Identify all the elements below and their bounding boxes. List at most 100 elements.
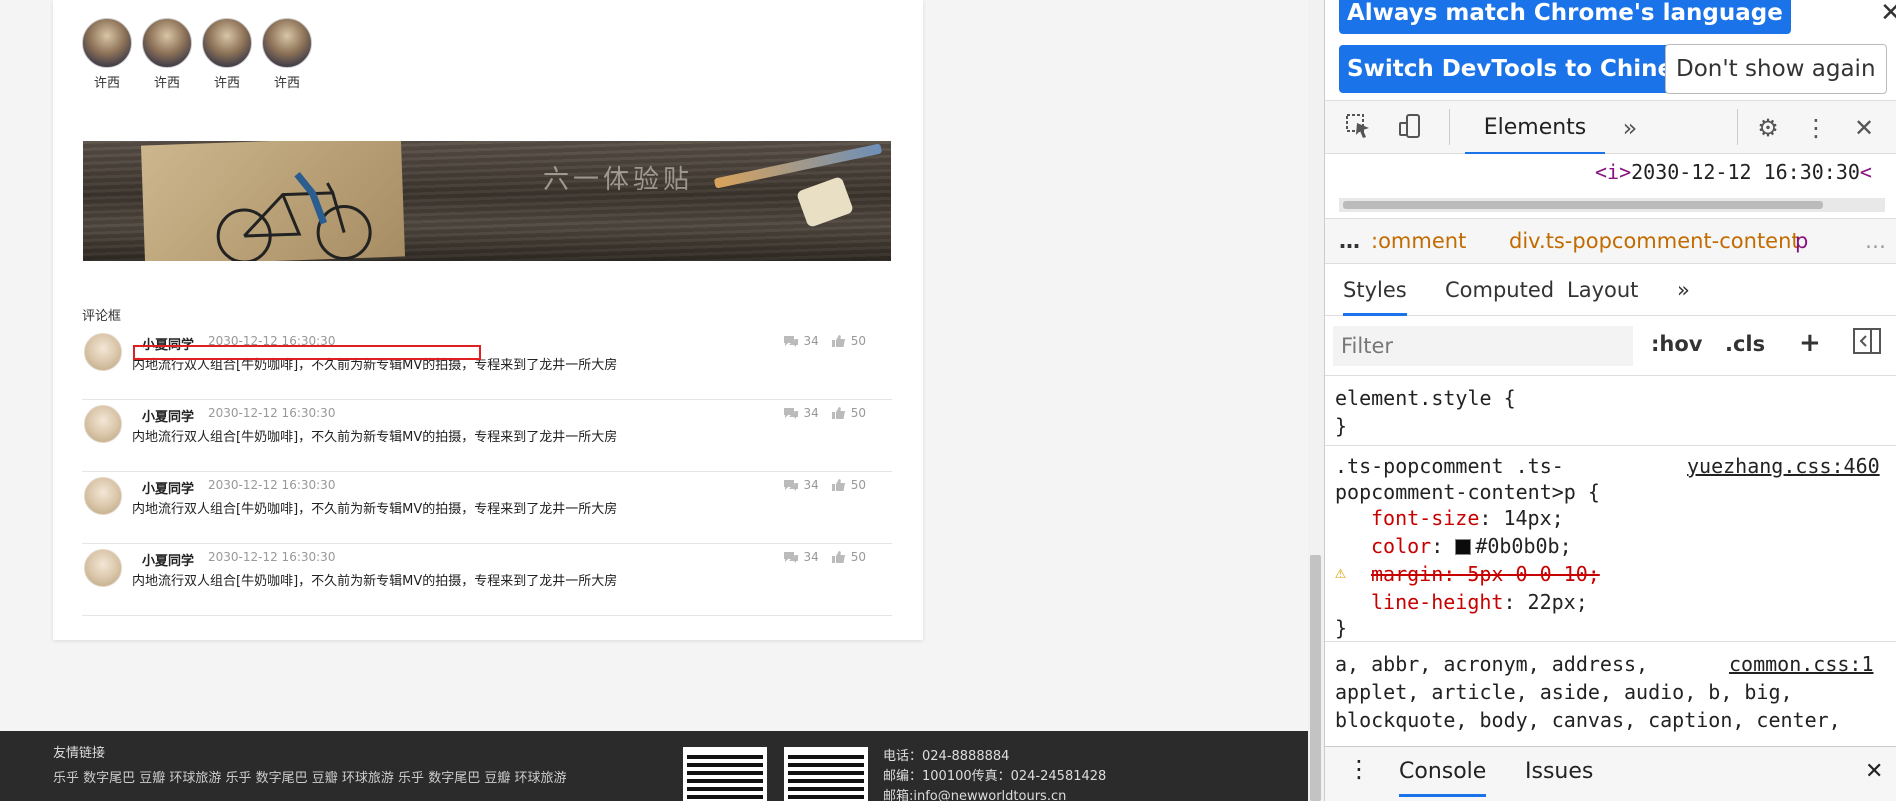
match-language-button[interactable]: Always match Chrome's language xyxy=(1339,0,1791,34)
rule-source-link[interactable]: common.css:1 xyxy=(1729,652,1874,676)
rule-selector: .ts-popcomment .ts- xyxy=(1335,454,1564,478)
close-drawer-icon[interactable]: ✕ xyxy=(1865,759,1883,784)
breadcrumb-item-active[interactable]: p xyxy=(1795,229,1808,253)
comment-text: 内地流行双人组合[牛奶咖啡]，不久前为新专辑MV的拍摄，专程来到了龙井一所大房 xyxy=(132,574,618,589)
dom-tree: <i>2030-12-12 16:30:30< xyxy=(1325,154,1896,218)
kebab-menu-icon[interactable]: ⋮ xyxy=(1801,113,1831,143)
commenter-avatar[interactable] xyxy=(84,549,122,587)
styles-filter-input[interactable]: Filter xyxy=(1333,326,1633,366)
comment-icon[interactable] xyxy=(783,551,799,563)
contact-email[interactable]: 邮箱:info@newworldtours.cn xyxy=(883,787,1106,801)
devtools-drawer: ⋮ Console Issues ✕ xyxy=(1325,746,1896,801)
avatar-name: 许西 xyxy=(93,76,120,91)
avatar-item[interactable]: 许西 xyxy=(202,18,252,91)
commenter-avatar[interactable] xyxy=(84,477,122,515)
breadcrumb-ellipsis[interactable]: … xyxy=(1339,229,1360,253)
qr-code-icon xyxy=(784,747,868,801)
commenter-name[interactable]: 小夏同学 xyxy=(142,406,194,425)
comment-item: 小夏同学 2030-12-12 16:30:30 内地流行双人组合[牛奶咖啡]，… xyxy=(82,544,892,616)
declaration-margin-invalid[interactable]: margin: 5px 0 0 10; xyxy=(1371,562,1600,586)
breadcrumb-item[interactable]: div.ts-popcomment-content xyxy=(1509,229,1800,253)
rule-selector-cont: blockquote, body, canvas, caption, cente… xyxy=(1335,708,1841,732)
drawer-menu-icon[interactable]: ⋮ xyxy=(1347,755,1371,783)
prop-name: font-size xyxy=(1371,506,1480,530)
declaration-line-height[interactable]: line-height: 22px; xyxy=(1371,590,1588,614)
like-count: 50 xyxy=(850,478,866,492)
rule-selector[interactable]: element.style { xyxy=(1335,386,1516,410)
like-icon[interactable] xyxy=(831,407,847,419)
commenter-name[interactable]: 小夏同学 xyxy=(142,478,194,497)
web-page: 许西 许西 许西 许西 六一体验贴 评论框 小夏同学 2030-12-12 16… xyxy=(0,0,1308,801)
dom-open-tag: <i> xyxy=(1595,160,1632,184)
comment-icon[interactable] xyxy=(783,335,799,347)
rule-close: } xyxy=(1335,414,1348,438)
close-devtools-icon[interactable]: ✕ xyxy=(1849,113,1879,143)
footer: 友情链接 乐乎 数字尾巴 豆瓣 环球旅游 乐乎 数字尾巴 豆瓣 环球旅游 乐乎 … xyxy=(0,731,1308,801)
like-icon[interactable] xyxy=(831,551,847,563)
declaration-color[interactable]: color: #0b0b0b; xyxy=(1371,534,1572,558)
comment-text: 内地流行双人组合[牛奶咖啡]，不久前为新专辑MV的拍摄，专程来到了龙井一所大房 xyxy=(132,430,618,445)
rule-selector: a, abbr, acronym, address, xyxy=(1335,652,1649,676)
switch-chinese-button[interactable]: Switch DevTools to Chinese xyxy=(1339,45,1711,93)
avatar[interactable] xyxy=(202,18,252,68)
cls-toggle[interactable]: .cls xyxy=(1725,332,1765,356)
breadcrumb-more[interactable]: … xyxy=(1865,229,1886,253)
tab-console[interactable]: Console xyxy=(1399,759,1487,797)
comment-text: 内地流行双人组合[牛奶咖啡]，不久前为新专辑MV的拍摄，专程来到了龙井一所大房 xyxy=(132,502,618,517)
page-scrollbar[interactable] xyxy=(1308,0,1324,801)
comment-count: 34 xyxy=(803,334,819,348)
comment-icon[interactable] xyxy=(783,479,799,491)
avatar[interactable] xyxy=(262,18,312,68)
commenter-name[interactable]: 小夏同学 xyxy=(142,550,194,569)
comment-stats: 34 50 xyxy=(783,406,866,420)
comment-stats: 34 50 xyxy=(783,478,866,492)
comment-section-title: 评论框 xyxy=(82,309,122,324)
dom-node-line[interactable]: <i>2030-12-12 16:30:30< xyxy=(1595,160,1872,184)
device-toggle-icon[interactable] xyxy=(1395,113,1425,143)
like-count: 50 xyxy=(850,550,866,564)
rule-source-link[interactable]: yuezhang.css:460 xyxy=(1687,454,1880,478)
style-rules: element.style { } .ts-popcomment .ts- yu… xyxy=(1325,376,1896,752)
rule-close: } xyxy=(1335,616,1348,640)
inspected-element-highlight xyxy=(133,345,481,360)
like-icon[interactable] xyxy=(831,479,847,491)
breadcrumb-item[interactable]: :omment xyxy=(1371,229,1466,253)
rule-ts-popcomment: .ts-popcomment .ts- yuezhang.css:460 pop… xyxy=(1325,446,1896,642)
hov-toggle[interactable]: :hov xyxy=(1651,332,1702,356)
avatar[interactable] xyxy=(82,18,132,68)
dom-scrollbar-thumb[interactable] xyxy=(1343,201,1823,209)
declaration-font-size[interactable]: font-size: 14px; xyxy=(1371,506,1564,530)
warning-icon[interactable]: ⚠ xyxy=(1335,562,1346,583)
avatar-item[interactable]: 许西 xyxy=(82,18,132,91)
avatar-name: 许西 xyxy=(273,76,300,91)
tab-styles[interactable]: Styles xyxy=(1343,278,1407,316)
avatar-name: 许西 xyxy=(213,76,240,91)
banner-title: 六一体验贴 xyxy=(543,165,694,195)
tab-elements[interactable]: Elements xyxy=(1465,101,1605,155)
more-tabs-icon[interactable]: » xyxy=(1615,113,1645,143)
tab-layout[interactable]: Layout xyxy=(1567,278,1638,302)
commenter-avatar[interactable] xyxy=(84,405,122,443)
close-icon[interactable]: ✕ xyxy=(1880,0,1896,28)
dom-horizontal-scrollbar[interactable] xyxy=(1339,198,1885,212)
new-rule-button[interactable]: + xyxy=(1799,328,1821,358)
avatar-item[interactable]: 许西 xyxy=(142,18,192,91)
dont-show-again-button[interactable]: Don't show again xyxy=(1665,44,1887,94)
page-scrollbar-thumb[interactable] xyxy=(1310,555,1321,801)
sidebar-toggle-icon[interactable] xyxy=(1853,328,1881,359)
more-subtabs-icon[interactable]: » xyxy=(1677,278,1690,302)
commenter-avatar[interactable] xyxy=(84,333,122,371)
tab-issues[interactable]: Issues xyxy=(1525,759,1593,784)
rule-reset: a, abbr, acronym, address, common.css:1 … xyxy=(1325,642,1896,746)
avatar-item[interactable]: 许西 xyxy=(262,18,312,91)
inspect-element-icon[interactable] xyxy=(1343,113,1373,143)
friend-links[interactable]: 乐乎 数字尾巴 豆瓣 环球旅游 乐乎 数字尾巴 豆瓣 环球旅游 乐乎 数字尾巴 … xyxy=(53,769,613,801)
tab-computed[interactable]: Computed xyxy=(1445,278,1554,302)
devtools-panel: Always match Chrome's language Switch De… xyxy=(1324,0,1896,801)
avatar[interactable] xyxy=(142,18,192,68)
color-swatch[interactable] xyxy=(1455,539,1472,555)
comment-stats: 34 50 xyxy=(783,550,866,564)
comment-icon[interactable] xyxy=(783,407,799,419)
like-icon[interactable] xyxy=(831,335,847,347)
gear-icon[interactable]: ⚙ xyxy=(1753,113,1783,143)
